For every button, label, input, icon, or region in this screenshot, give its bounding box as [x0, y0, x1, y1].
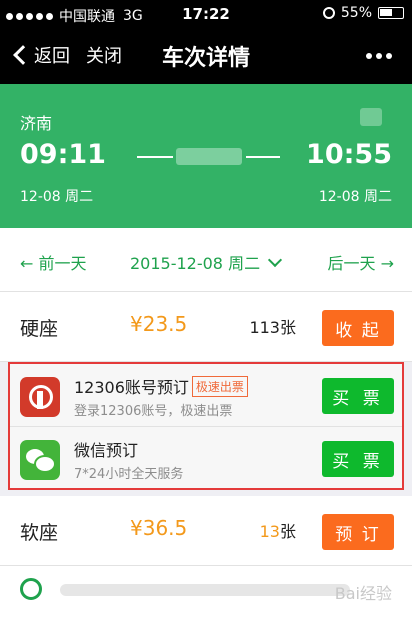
prev-day-button[interactable]: ← 前一天 — [20, 250, 87, 274]
railway-icon — [20, 377, 60, 417]
booking-options-highlight: 12306账号预订 极速出票 登录12306账号，极速出票 买 票 微信预订 7*… — [8, 362, 404, 490]
seat-count: 13张 — [260, 518, 296, 542]
seat-count-number: 113 — [249, 318, 280, 337]
next-day-label: 后一天 — [327, 254, 376, 273]
railway-logo-icon — [20, 578, 42, 600]
departure-station: 济南 — [20, 114, 53, 133]
book-button[interactable]: 预 订 — [322, 514, 394, 550]
nav-bar: 返回 关闭 车次详情 — [0, 28, 412, 84]
seat-count-unit: 张 — [279, 522, 296, 541]
option-title: 12306账号预订 极速出票 — [74, 374, 248, 399]
option-wechat: 微信预订 7*24小时全天服务 买 票 — [10, 426, 402, 488]
seat-count-number: 13 — [259, 522, 280, 541]
route-line-right — [246, 156, 280, 158]
prev-day-label: 前一天 — [38, 254, 87, 273]
collapse-button[interactable]: 收 起 — [322, 310, 394, 346]
train-number-blurred — [176, 148, 242, 165]
option-title-text: 12306账号预订 — [74, 378, 189, 397]
more-icon[interactable] — [366, 53, 392, 59]
fast-ticket-badge: 极速出票 — [191, 376, 248, 397]
buy-ticket-button-12306[interactable]: 买 票 — [322, 378, 394, 414]
seat-count-unit: 张 — [279, 318, 296, 337]
arrival-station-blurred — [360, 108, 382, 126]
battery-percent: 55% — [340, 5, 372, 21]
current-date-label: 2015-12-08 周二 — [130, 254, 261, 273]
seat-row-hard: 硬座 ¥23.5 113张 收 起 — [0, 292, 412, 362]
blurred-content — [60, 584, 350, 596]
option-title: 微信预订 — [74, 441, 139, 460]
seat-name: 软座 — [20, 522, 59, 544]
status-bar: 中国联通 3G 17:22 55% — [0, 0, 412, 28]
page-title: 车次详情 — [161, 46, 250, 71]
wechat-icon — [20, 440, 60, 480]
route-line-left — [137, 156, 173, 158]
seat-count: 113张 — [249, 314, 296, 338]
battery-icon — [378, 7, 404, 19]
option-subtitle: 登录12306账号，极速出票 — [74, 404, 233, 419]
chevron-down-icon — [268, 252, 283, 268]
seat-name: 硬座 — [20, 318, 59, 340]
watermark: Bai经验 — [334, 584, 392, 603]
date-selector: ← 前一天 2015-12-08 周二 后一天 → — [0, 228, 412, 292]
arrival-date: 12-08 周二 — [318, 189, 392, 205]
date-dropdown[interactable]: 2015-12-08 周二 — [130, 250, 283, 274]
next-day-button[interactable]: 后一天 → — [327, 250, 394, 274]
train-info-panel: 济南 09:11 10:55 12-08 周二 12-08 周二 — [0, 84, 412, 228]
bottom-row: Bai经验 — [0, 566, 412, 620]
option-subtitle: 7*24小时全天服务 — [74, 467, 184, 482]
seat-price: ¥36.5 — [130, 516, 188, 540]
seat-price: ¥23.5 — [130, 312, 188, 336]
arrival-time: 10:55 — [306, 139, 392, 170]
departure-date: 12-08 周二 — [20, 189, 94, 205]
alarm-icon — [322, 7, 335, 19]
departure-time: 09:11 — [20, 139, 106, 170]
seat-row-soft: 软座 ¥36.5 13张 预 订 — [0, 496, 412, 566]
option-12306: 12306账号预订 极速出票 登录12306账号，极速出票 买 票 — [10, 364, 402, 426]
buy-ticket-button-wechat[interactable]: 买 票 — [322, 441, 394, 477]
